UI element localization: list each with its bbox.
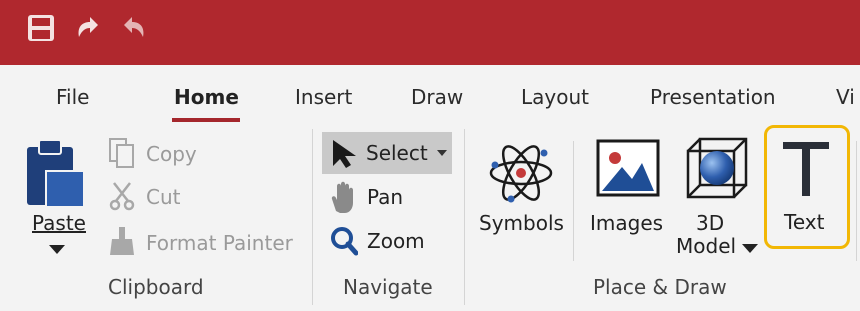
images-label: Images — [590, 211, 664, 235]
divider — [856, 141, 857, 261]
tab-home[interactable]: Home — [174, 85, 239, 109]
text-button[interactable]: Text — [764, 125, 850, 249]
divider — [573, 141, 574, 261]
redo-icon[interactable] — [118, 13, 148, 43]
scissors-icon — [109, 182, 135, 211]
select-button[interactable]: Select — [322, 132, 452, 174]
paintbrush-icon — [110, 227, 134, 255]
text-label: Text — [784, 210, 825, 234]
tab-presentation[interactable]: Presentation — [650, 85, 776, 109]
hand-icon — [331, 181, 353, 213]
tab-layout[interactable]: Layout — [521, 85, 589, 109]
tab-file[interactable]: File — [56, 85, 89, 109]
symbols-label: Symbols — [479, 211, 564, 235]
title-bar — [0, 0, 860, 65]
cube-sphere-icon — [686, 137, 748, 199]
format-painter-label: Format Painter — [146, 231, 293, 255]
tab-draw[interactable]: Draw — [411, 85, 463, 109]
save-icon[interactable] — [26, 13, 56, 43]
3d-model-label-line1: 3D — [696, 211, 725, 235]
navigate-group-label: Navigate — [343, 275, 433, 299]
place-draw-group-label: Place & Draw — [593, 275, 727, 299]
undo-icon[interactable] — [74, 13, 104, 43]
ribbon: Paste Copy Cut Format Painter Clipboard — [0, 125, 860, 311]
text-t-icon — [783, 142, 829, 196]
pan-label: Pan — [367, 185, 404, 209]
magnifier-icon — [331, 227, 358, 256]
clipboard-group-label: Clipboard — [108, 275, 204, 299]
divider — [312, 129, 313, 305]
tab-insert[interactable]: Insert — [295, 85, 352, 109]
ribbon-tabs: File Home Insert Draw Layout Presentatio… — [0, 65, 860, 125]
zoom-label: Zoom — [367, 229, 425, 253]
copy-icon — [109, 138, 134, 168]
atom-icon — [489, 145, 553, 203]
chevron-down-icon — [742, 244, 758, 253]
divider — [464, 129, 465, 305]
tab-view[interactable]: Vi — [836, 85, 855, 109]
paste-icon — [27, 139, 85, 208]
cut-label: Cut — [146, 185, 181, 209]
copy-label: Copy — [146, 142, 197, 166]
select-label: Select — [366, 141, 428, 165]
3d-model-label-line2: Model — [676, 234, 737, 258]
paste-label: Paste — [32, 211, 86, 235]
chevron-down-icon — [49, 245, 65, 254]
cursor-arrow-icon — [333, 140, 356, 168]
image-icon — [596, 139, 660, 197]
active-tab-indicator — [172, 118, 240, 122]
chevron-down-icon — [437, 150, 447, 156]
